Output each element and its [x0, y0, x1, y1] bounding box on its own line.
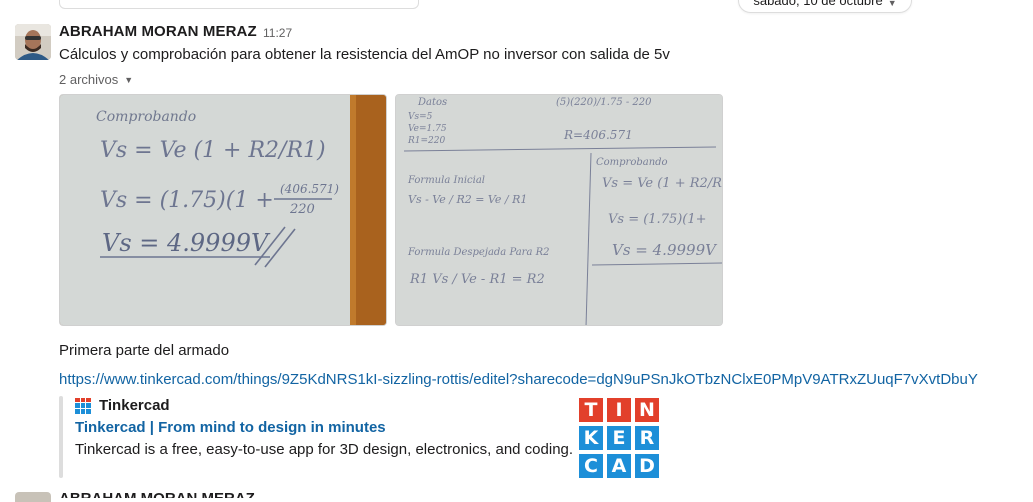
- svg-text:(5)(220)/1.75 - 220: (5)(220)/1.75 - 220: [556, 97, 652, 108]
- svg-text:Vs = 4.9999V: Vs = 4.9999V: [612, 241, 718, 259]
- svg-text:Comprobando: Comprobando: [596, 157, 668, 168]
- svg-text:Vs - Ve / R2 = Ve / R1: Vs - Ve / R2 = Ve / R1: [408, 193, 527, 206]
- logo-tile: R: [635, 426, 659, 450]
- date-label: sábado, 10 de octubre: [753, 0, 883, 8]
- svg-text:Vs = (1.75)(1+: Vs = (1.75)(1+: [608, 212, 707, 227]
- chevron-down-icon: ▼: [887, 0, 897, 8]
- sender-name[interactable]: ABRAHAM MORAN MERAZ: [59, 23, 257, 40]
- message-timestamp[interactable]: 11:27: [263, 26, 292, 40]
- svg-text:Vs = Ve (1 + R2/R1): Vs = Ve (1 + R2/R1): [602, 176, 723, 191]
- svg-text:220: 220: [289, 202, 315, 217]
- logo-tile: K: [579, 426, 603, 450]
- message-text: Cálculos y comprobación para obtener la …: [59, 46, 670, 63]
- svg-text:Ve=1.75: Ve=1.75: [408, 124, 447, 134]
- svg-text:Formula Despejada Para R2: Formula Despejada Para R2: [407, 247, 550, 258]
- caret-down-icon: ▼: [124, 74, 134, 85]
- tinkercad-favicon-icon: [75, 397, 91, 414]
- avatar-photo: [15, 24, 51, 60]
- message-text-2: Primera parte del armado: [59, 342, 230, 359]
- logo-tile: C: [579, 454, 603, 478]
- svg-text:Datos: Datos: [417, 97, 447, 108]
- unfurl-description: Tinkercad is a free, easy-to-use app for…: [75, 441, 574, 458]
- unfurl-site-name: Tinkercad: [99, 397, 170, 414]
- unfurl-title-link[interactable]: Tinkercad | From mind to design in minut…: [75, 419, 386, 436]
- next-sender-name[interactable]: ABRAHAM MORAN MERAZ: [59, 491, 255, 498]
- unfurl-site[interactable]: Tinkercad: [75, 397, 170, 414]
- svg-text:R1 Vs / Ve - R1 = R2: R1 Vs / Ve - R1 = R2: [409, 272, 545, 287]
- handwritten-notes-image-2: Datos Vs=5 Ve=1.75 R1=220 (5)(220)/1.75 …: [396, 95, 723, 325]
- logo-tile: D: [635, 454, 659, 478]
- svg-text:Vs=5: Vs=5: [408, 112, 433, 122]
- svg-text:Vs = 4.9999V: Vs = 4.9999V: [102, 229, 271, 257]
- avatar[interactable]: [15, 24, 51, 60]
- next-avatar[interactable]: [15, 492, 51, 502]
- svg-text:Formula Inicial: Formula Inicial: [407, 175, 485, 186]
- files-toggle[interactable]: 2 archivos ▼: [59, 72, 133, 87]
- svg-text:Vs = Ve (1 + R2/R1): Vs = Ve (1 + R2/R1): [100, 138, 326, 163]
- tinkercad-link[interactable]: https://www.tinkercad.com/things/9Z5KdNR…: [59, 370, 978, 390]
- logo-tile: T: [579, 398, 603, 422]
- svg-text:(406.571): (406.571): [280, 182, 339, 196]
- logo-tile: E: [607, 426, 631, 450]
- unfurl-accent-bar: [59, 396, 63, 478]
- logo-tile: I: [607, 398, 631, 422]
- date-divider[interactable]: sábado, 10 de octubre ▼: [738, 0, 912, 13]
- logo-tile: A: [607, 454, 631, 478]
- svg-text:R=406.571: R=406.571: [563, 128, 633, 142]
- image-attachment-2[interactable]: Datos Vs=5 Ve=1.75 R1=220 (5)(220)/1.75 …: [395, 94, 723, 326]
- handwritten-notes-image-1: Comprobando Vs = Ve (1 + R2/R1) Vs = (1.…: [60, 95, 386, 325]
- image-attachment-1[interactable]: Comprobando Vs = Ve (1 + R2/R1) Vs = (1.…: [59, 94, 387, 326]
- svg-text:R1=220: R1=220: [407, 136, 445, 146]
- svg-text:Comprobando: Comprobando: [96, 109, 196, 125]
- svg-text:Vs = (1.75)(1 +: Vs = (1.75)(1 +: [100, 188, 274, 213]
- tinkercad-logo[interactable]: T I N K E R C A D: [579, 398, 661, 480]
- previous-attachment[interactable]: [59, 0, 419, 9]
- files-toggle-label: 2 archivos: [59, 72, 119, 87]
- logo-tile: N: [635, 398, 659, 422]
